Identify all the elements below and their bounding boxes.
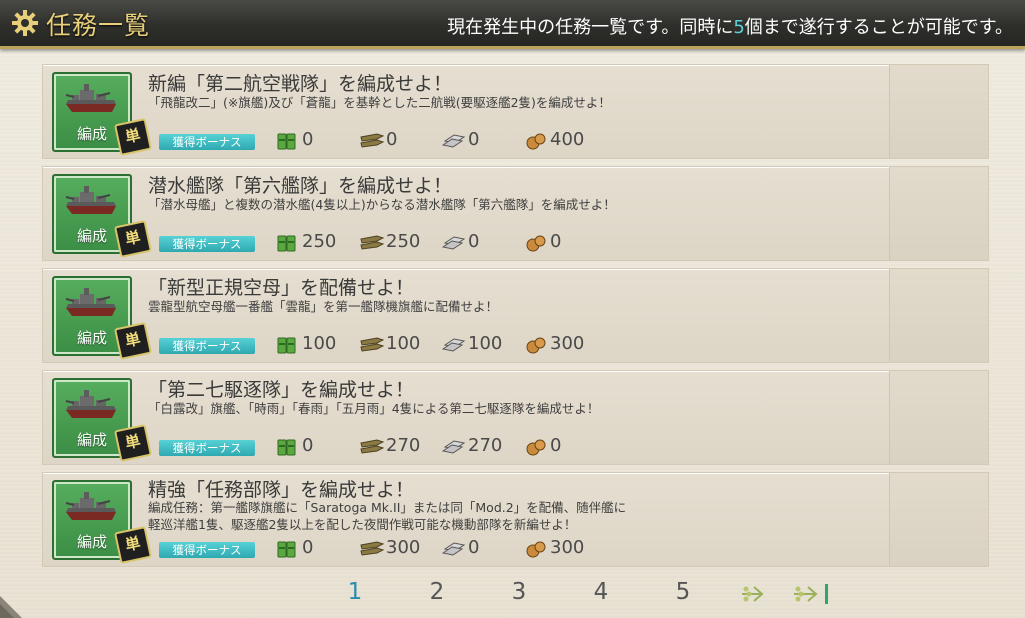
- ship-icon: [65, 390, 116, 418]
- bauxite-icon: [526, 439, 546, 456]
- reward-bauxite-value: 0: [550, 435, 562, 456]
- header-description: 現在発生中の任務一覧です。同時に5個まで遂行することが可能です。: [447, 13, 1013, 39]
- steel-icon: [442, 338, 466, 352]
- quest-title: 潜水艦隊「第六艦隊」を編成せよ！: [148, 175, 453, 197]
- one-time-quest-badge: 単: [114, 526, 152, 564]
- bauxite-icon: [526, 541, 546, 558]
- page-5-button[interactable]: 5: [668, 579, 698, 605]
- header-desc-post: 個まで遂行することが可能です。: [744, 17, 1013, 38]
- quest-status-panel: [889, 65, 988, 158]
- fuel-icon: [277, 541, 296, 558]
- page-3-button[interactable]: 3: [504, 579, 534, 605]
- one-time-quest-badge: 単: [114, 118, 152, 156]
- ammo-icon: [360, 235, 384, 250]
- quest-card[interactable]: 編成 単 「第二七駆逐隊」を編成せよ！ 「白露改」旗艦、「時雨」「春雨」「五月雨…: [42, 370, 989, 465]
- quest-description: 編成任務：第一艦隊旗艦に「Saratoga Mk.II」または同「Mod.2」を…: [148, 499, 626, 533]
- one-time-quest-badge: 単: [114, 322, 152, 360]
- reward-ammo-value: 300: [386, 537, 421, 558]
- reward-steel-value: 0: [468, 129, 480, 150]
- quest-status-panel: [889, 167, 988, 260]
- reward-fuel-value: 0: [302, 435, 314, 456]
- bauxite-icon: [526, 133, 546, 150]
- reward-fuel-value: 250: [302, 231, 337, 252]
- reward-bauxite-value: 0: [550, 231, 562, 252]
- steel-icon: [442, 440, 466, 454]
- pagination: 1 2 3 4 5: [0, 576, 1025, 610]
- quest-description: 「潜水母艦」と複数の潜水艦(4隻以上)からなる潜水艦隊「第六艦隊」を編成せよ！: [148, 196, 616, 214]
- quest-title: 「新型正規空母」を配備せよ！: [148, 277, 415, 299]
- reward-fuel-value: 100: [302, 333, 337, 354]
- ammo-icon: [360, 337, 384, 352]
- quest-card[interactable]: 編成 単 精強「任務部隊」を編成せよ！ 編成任務：第一艦隊旗艦に「Saratog…: [42, 472, 989, 567]
- quest-description-line: 「飛龍改二」(※旗艦)及び「蒼龍」を基幹とした二航戦(要駆逐艦2隻)を編成せよ！: [148, 95, 611, 110]
- quest-description: 「白露改」旗艦、「時雨」「春雨」「五月雨」4隻による第二七駆逐隊を編成せよ！: [148, 400, 599, 418]
- corner-ornament: [0, 596, 22, 618]
- page-title: 任務一覧: [46, 11, 151, 40]
- bonus-tag: 獲得ボーナス: [159, 134, 255, 150]
- reward-bauxite-value: 300: [550, 333, 585, 354]
- reward-ammo-value: 250: [386, 231, 421, 252]
- page-1-button[interactable]: 1: [340, 579, 370, 605]
- reward-ammo-value: 270: [386, 435, 421, 456]
- reward-ammo-value: 0: [386, 129, 398, 150]
- bonus-tag: 獲得ボーナス: [159, 338, 255, 354]
- quest-card[interactable]: 編成 単 「新型正規空母」を配備せよ！ 雲龍型航空母艦一番艦「雲龍」を第一艦隊機…: [42, 268, 989, 363]
- reward-fuel-value: 0: [302, 537, 314, 558]
- bonus-tag: 獲得ボーナス: [159, 236, 255, 252]
- reward-bauxite-value: 400: [550, 129, 585, 150]
- ship-icon: [65, 288, 116, 316]
- quest-description-line: 軽巡洋艦1隻、駆逐艦2隻以上を配した夜間作戦可能な機動部隊を新編せよ！: [148, 517, 577, 532]
- next-page-icon[interactable]: [740, 583, 772, 605]
- ammo-icon: [360, 133, 384, 148]
- reward-steel-value: 0: [468, 537, 480, 558]
- reward-bauxite-value: 300: [550, 537, 585, 558]
- quest-title: 「第二七駆逐隊」を編成せよ！: [148, 379, 415, 401]
- reward-steel-value: 0: [468, 231, 480, 252]
- ship-icon: [65, 186, 116, 214]
- ammo-icon: [360, 439, 384, 454]
- last-page-icon[interactable]: [792, 583, 836, 605]
- one-time-quest-badge: 単: [114, 424, 152, 462]
- fuel-icon: [277, 133, 296, 150]
- header-bar: 任務一覧 現在発生中の任務一覧です。同時に5個まで遂行することが可能です。: [0, 0, 1025, 49]
- quest-description-line: 編成任務：第一艦隊旗艦に「Saratoga Mk.II」または同「Mod.2」を…: [148, 500, 627, 515]
- reward-ammo-value: 100: [386, 333, 421, 354]
- quest-description-line: 「潜水母艦」と複数の潜水艦(4隻以上)からなる潜水艦隊「第六艦隊」を編成せよ！: [148, 197, 616, 212]
- ammo-icon: [360, 541, 384, 556]
- quest-status-panel: [889, 473, 988, 566]
- quest-title: 新編「第二航空戦隊」を編成せよ！: [148, 73, 453, 95]
- quest-description-line: 雲龍型航空母艦一番艦「雲龍」を第一艦隊機旗艦に配備せよ！: [148, 299, 499, 314]
- steel-icon: [442, 236, 466, 250]
- ship-icon: [65, 84, 116, 112]
- fuel-icon: [277, 439, 296, 456]
- quest-status-panel: [889, 269, 988, 362]
- ship-icon: [65, 492, 116, 520]
- quest-description: 「飛龍改二」(※旗艦)及び「蒼龍」を基幹とした二航戦(要駆逐艦2隻)を編成せよ！: [148, 94, 611, 112]
- fuel-icon: [277, 235, 296, 252]
- header-desc-pre: 現在発生中の任務一覧です。同時に: [447, 17, 734, 38]
- quest-title: 精強「任務部隊」を編成せよ！: [148, 479, 415, 501]
- bauxite-icon: [526, 337, 546, 354]
- page-4-button[interactable]: 4: [586, 579, 616, 605]
- bonus-tag: 獲得ボーナス: [159, 542, 255, 558]
- quest-description: 雲龍型航空母艦一番艦「雲龍」を第一艦隊機旗艦に配備せよ！: [148, 298, 498, 316]
- reward-fuel-value: 0: [302, 129, 314, 150]
- gear-icon: [12, 10, 38, 36]
- quest-description-line: 「白露改」旗艦、「時雨」「春雨」「五月雨」4隻による第二七駆逐隊を編成せよ！: [148, 401, 600, 416]
- reward-steel-value: 100: [468, 333, 503, 354]
- steel-icon: [442, 134, 466, 148]
- steel-icon: [442, 542, 466, 556]
- page-2-button[interactable]: 2: [422, 579, 452, 605]
- reward-steel-value: 270: [468, 435, 503, 456]
- max-quest-count: 5: [733, 17, 745, 38]
- quest-card[interactable]: 編成 単 新編「第二航空戦隊」を編成せよ！ 「飛龍改二」(※旗艦)及び「蒼龍」を…: [42, 64, 989, 159]
- quest-card[interactable]: 編成 単 潜水艦隊「第六艦隊」を編成せよ！ 「潜水母艦」と複数の潜水艦(4隻以上…: [42, 166, 989, 261]
- fuel-icon: [277, 337, 296, 354]
- bauxite-icon: [526, 235, 546, 252]
- quest-status-panel: [889, 371, 988, 464]
- one-time-quest-badge: 単: [114, 220, 152, 258]
- bonus-tag: 獲得ボーナス: [159, 440, 255, 456]
